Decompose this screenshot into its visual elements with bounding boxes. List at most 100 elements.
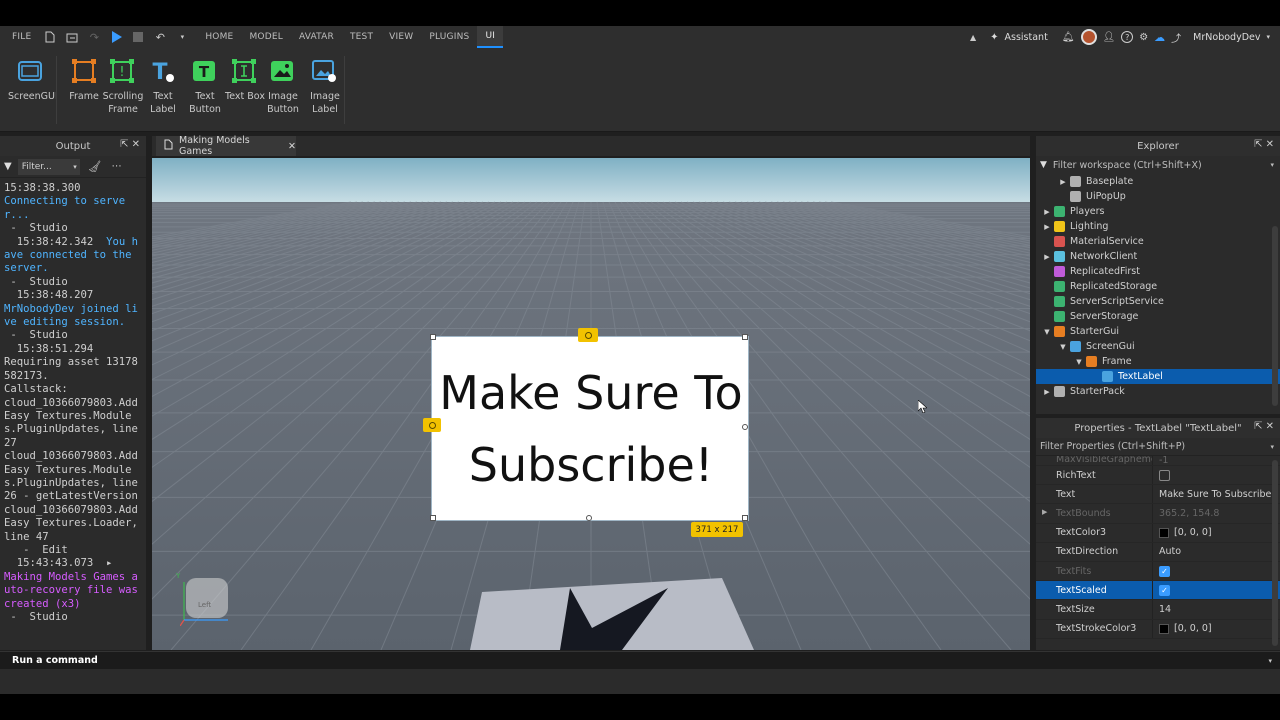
explorer-filter-input[interactable]: Filter workspace (Ctrl+Shift+X) (1053, 160, 1202, 171)
avatar[interactable] (1080, 29, 1097, 45)
property-row-textstrokecolor3[interactable]: TextStrokeColor3 [0, 0, 0] (1036, 619, 1280, 639)
expand-arrow-icon[interactable]: ▶ (1042, 253, 1052, 261)
command-input[interactable]: Run a command (12, 655, 98, 666)
settings-icon[interactable]: ⚙ (1139, 32, 1148, 43)
ribbon-image-button-button[interactable]: Image Button (260, 58, 304, 116)
expand-arrow-icon[interactable]: ▼ (1042, 328, 1052, 336)
filter-dropdown-icon[interactable]: ▾ (1270, 161, 1274, 169)
explorer-item-screengui[interactable]: ▼ ScreenGui (1036, 339, 1280, 354)
explorer-item-replicatedstorage[interactable]: ReplicatedStorage (1036, 279, 1280, 294)
resize-handle[interactable] (742, 334, 748, 340)
property-row-textfits[interactable]: TextFits ✓ (1036, 561, 1280, 582)
undo-icon[interactable]: ↶ (153, 30, 167, 44)
more-options-icon[interactable]: ⋯ (112, 161, 122, 172)
explorer-item-textlabel[interactable]: TextLabel (1036, 369, 1280, 384)
panel-controls[interactable]: ⇱ ✕ (120, 139, 140, 150)
tab-ui[interactable]: UI (477, 26, 504, 48)
stop-icon[interactable] (131, 30, 145, 44)
filter-icon[interactable]: ▼ (4, 161, 12, 172)
expand-arrow-icon[interactable]: ▶ (1042, 508, 1047, 516)
explorer-item-lighting[interactable]: ▶ Lighting (1036, 219, 1280, 234)
expand-arrow-icon[interactable]: ▼ (1058, 343, 1068, 351)
property-value[interactable]: 14 (1152, 600, 1280, 619)
property-value[interactable] (1152, 466, 1280, 485)
resize-handle[interactable] (742, 424, 748, 430)
properties-filter[interactable]: Filter Properties (Ctrl+Shift+P) ▾ (1036, 438, 1280, 456)
explorer-filter[interactable]: ▼ Filter workspace (Ctrl+Shift+X) ▾ (1036, 156, 1280, 174)
explorer-item-serverscriptservice[interactable]: ServerScriptService (1036, 294, 1280, 309)
property-row-richtext[interactable]: RichText (1036, 466, 1280, 486)
command-dropdown-icon[interactable]: ▾ (1268, 657, 1272, 665)
anchor-handle-top[interactable] (578, 328, 598, 342)
text-label[interactable]: Make Sure To Subscribe! (438, 357, 744, 501)
tab-test[interactable]: TEST (342, 32, 381, 42)
property-row-textdirection[interactable]: TextDirection Auto (1036, 542, 1280, 562)
close-tab-icon[interactable]: ✕ (288, 141, 296, 152)
explorer-item-uipopup[interactable]: UiPopUp (1036, 189, 1280, 204)
panel-controls[interactable]: ⇱ ✕ (1254, 139, 1274, 150)
help-icon[interactable]: ? (1121, 31, 1134, 43)
assistant-button[interactable]: Assistant (1005, 32, 1048, 43)
clear-output-icon[interactable]: 🧹︎ (88, 160, 102, 173)
expand-arrow-icon[interactable]: ▶ (1042, 223, 1052, 231)
explorer-item-replicatedfirst[interactable]: ReplicatedFirst (1036, 264, 1280, 279)
property-value[interactable]: ✓ (1152, 561, 1280, 581)
tab-plugins[interactable]: PLUGINS (421, 32, 477, 42)
property-value[interactable]: [0, 0, 0] (1152, 523, 1280, 542)
expand-arrow-icon[interactable]: ▶ (1042, 208, 1052, 216)
expand-arrow-icon[interactable]: ▶ (1042, 388, 1052, 396)
user-add-icon[interactable]: 👤︎ (1103, 32, 1116, 43)
expand-arrow-icon[interactable]: ▼ (1074, 358, 1084, 366)
explorer-item-players[interactable]: ▶ Players (1036, 204, 1280, 219)
filter-dropdown-icon[interactable]: ▾ (1270, 443, 1274, 451)
property-row-maxvisiblegraphemes[interactable]: MaxVisibleGraphemes -1 (1036, 456, 1280, 466)
open-file-icon[interactable] (65, 30, 79, 44)
tab-avatar[interactable]: AVATAR (291, 32, 342, 42)
notifications-icon[interactable]: 🔔︎ (1062, 32, 1075, 43)
resize-handle[interactable] (430, 334, 436, 340)
properties-filter-input[interactable]: Filter Properties (Ctrl+Shift+P) (1040, 441, 1185, 452)
property-row-textcolor3[interactable]: TextColor3 [0, 0, 0] (1036, 523, 1280, 543)
explorer-item-frame[interactable]: ▼ Frame (1036, 354, 1280, 369)
explorer-item-networkclient[interactable]: ▶ NetworkClient (1036, 249, 1280, 264)
assistant-icon[interactable]: ✦ (990, 32, 998, 43)
explorer-item-baseplate[interactable]: ▶ Baseplate (1036, 174, 1280, 189)
explorer-item-materialservice[interactable]: MaterialService (1036, 234, 1280, 249)
tab-making-models-games[interactable]: Making Models Games ✕ (156, 135, 296, 157)
property-value[interactable]: 365.2, 154.8 (1152, 504, 1280, 523)
panel-controls[interactable]: ⇱ ✕ (1254, 421, 1274, 432)
tab-model[interactable]: MODEL (241, 32, 290, 42)
tab-home[interactable]: HOME (197, 32, 241, 42)
checkbox[interactable]: ✓ (1159, 584, 1170, 596)
checkbox[interactable] (1159, 469, 1170, 481)
anchor-handle-left[interactable] (423, 418, 441, 432)
ribbon-text-label-button[interactable]: T Text Label (140, 58, 184, 116)
color-swatch[interactable] (1159, 623, 1169, 634)
3d-viewport[interactable]: Make Sure To Subscribe! 371 x 217 Left Y (152, 158, 1030, 650)
share-icon[interactable]: ⤴ (1171, 30, 1181, 45)
explorer-item-startergui[interactable]: ▼ StarterGui (1036, 324, 1280, 339)
checkbox[interactable]: ✓ (1159, 565, 1170, 577)
ribbon-scrolling-frame-button[interactable]: ! Scrolling Frame (100, 58, 144, 116)
explorer-scrollbar[interactable] (1272, 226, 1278, 406)
history-dropdown-icon[interactable]: ▾ (175, 30, 189, 44)
explorer-item-serverstorage[interactable]: ServerStorage (1036, 309, 1280, 324)
property-value[interactable]: Auto (1152, 542, 1280, 561)
ribbon-image-label-button[interactable]: Image Label (302, 58, 346, 116)
resize-handle[interactable] (742, 515, 748, 521)
properties-scrollbar[interactable] (1272, 460, 1278, 646)
property-row-textbounds[interactable]: ▶ TextBounds 365.2, 154.8 (1036, 504, 1280, 524)
property-row-text[interactable]: Text Make Sure To Subscribe! (1036, 485, 1280, 505)
resize-handle[interactable] (430, 515, 436, 521)
new-file-icon[interactable] (43, 30, 57, 44)
explorer-item-starterpack[interactable]: ▶ StarterPack (1036, 384, 1280, 399)
property-row-textsize[interactable]: TextSize 14 (1036, 600, 1280, 620)
property-value[interactable]: [0, 0, 0] (1152, 619, 1280, 638)
property-value[interactable]: Make Sure To Subscribe! (1152, 485, 1280, 504)
ribbon-text-button-button[interactable]: T Text Button (182, 58, 226, 116)
cloud-icon[interactable]: ☁ (1154, 31, 1165, 44)
user-dropdown-icon[interactable]: ▾ (1266, 33, 1270, 41)
property-row-textscaled[interactable]: TextScaled ✓ (1036, 581, 1280, 601)
output-filter-input[interactable]: Filter... ▾ (17, 158, 80, 175)
redo-icon[interactable]: ↷ (87, 30, 101, 44)
